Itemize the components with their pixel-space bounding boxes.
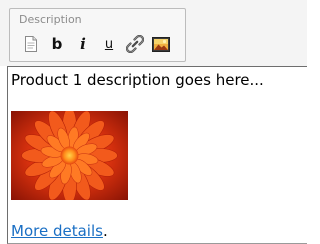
- toolbar-buttons: b i u: [18, 33, 174, 55]
- bold-button[interactable]: b: [44, 33, 70, 55]
- description-toolbar: Description b i u: [9, 8, 186, 62]
- product-image[interactable]: [11, 111, 128, 200]
- details-line: More details.: [11, 222, 108, 240]
- more-details-link[interactable]: More details: [11, 222, 103, 240]
- bold-icon: b: [51, 34, 63, 53]
- description-editor[interactable]: Product 1 description goes here... More …: [7, 66, 307, 244]
- italic-icon: i: [80, 34, 86, 53]
- toolbar-legend: Description: [19, 13, 82, 26]
- toolbar-area: Description b i u: [0, 0, 307, 66]
- rich-text-editor: Description b i u Product 1 description …: [0, 0, 307, 244]
- link-button[interactable]: [122, 33, 148, 55]
- underline-button[interactable]: u: [96, 33, 122, 55]
- italic-button[interactable]: i: [70, 33, 96, 55]
- chain-link-icon: [126, 35, 144, 53]
- trailing-period: .: [102, 222, 108, 240]
- underline-icon: u: [104, 36, 114, 52]
- image-button[interactable]: [148, 33, 174, 55]
- description-text: Product 1 description goes here...: [11, 71, 264, 89]
- document-icon: [25, 36, 37, 52]
- source-button[interactable]: [18, 33, 44, 55]
- image-icon: [152, 36, 170, 52]
